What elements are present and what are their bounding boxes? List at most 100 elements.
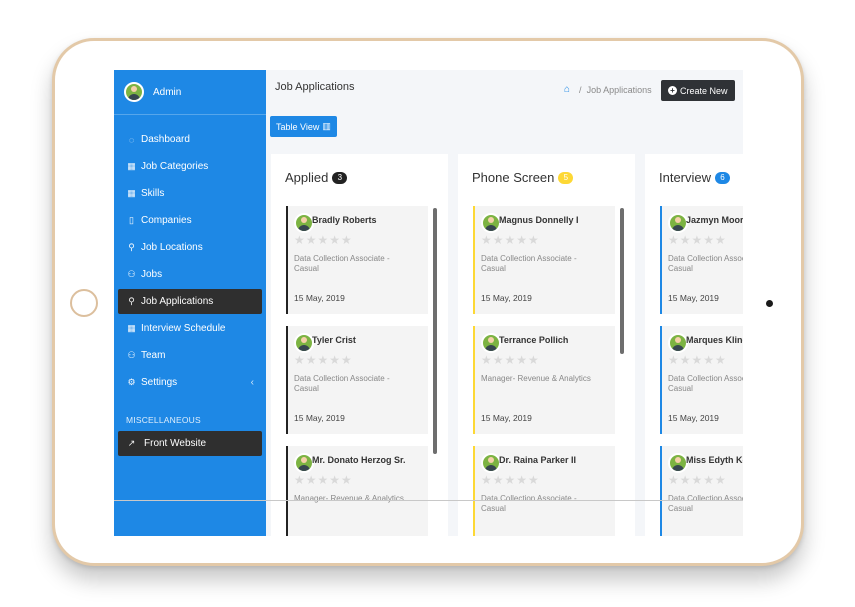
- create-new-label: Create New: [680, 85, 728, 96]
- top-bar: Job Applications ⌂ / Job Applications + …: [266, 70, 743, 108]
- page-title: Job Applications: [275, 81, 355, 93]
- rating-stars-icon[interactable]: ★★★★★: [294, 234, 353, 246]
- applicant-avatar: [294, 213, 314, 233]
- admin-avatar: [124, 82, 144, 102]
- sidebar-item-label: Job Categories: [141, 161, 209, 172]
- sidebar: Admin ◌ Dashboard ▦ Job Categories ▦ Skills ▯ C…: [114, 70, 266, 536]
- rating-stars-icon[interactable]: ★★★★★: [668, 354, 727, 366]
- breadcrumb-separator: /: [579, 84, 582, 95]
- calendar-icon: ▦: [127, 323, 136, 333]
- applicant-card[interactable]: Dr. Raina Parker II ★★★★★ Data Collection …: [473, 446, 615, 536]
- app-screen: Admin ◌ Dashboard ▦ Job Categories ▦ Skills ▯ C…: [114, 70, 743, 536]
- chevron-left-icon[interactable]: ‹: [251, 377, 254, 388]
- home-button[interactable]: [70, 289, 98, 317]
- applicant-card[interactable]: Marques Kling ★★★★★ Data Collection Associ…: [660, 326, 743, 434]
- screen-divider: [114, 500, 743, 501]
- applicant-name: Magnus Donnelly I: [499, 215, 579, 225]
- applicant-card[interactable]: Miss Edyth Kozey ★★★★★ Data Collection Ass…: [660, 446, 743, 536]
- sidebar-item-job-categories[interactable]: ▦ Job Categories: [118, 154, 262, 179]
- gear-icon: ⚙: [127, 377, 136, 387]
- applicant-name: Terrance Pollich: [499, 335, 569, 345]
- table-view-button[interactable]: Table View ▥: [270, 116, 337, 137]
- plus-icon: +: [668, 86, 677, 95]
- applicant-card[interactable]: Magnus Donnelly I ★★★★★ Data Collection As…: [473, 206, 615, 314]
- count-badge: 6: [715, 171, 731, 184]
- rating-stars-icon[interactable]: ★★★★★: [668, 474, 727, 486]
- sidebar-item-label: Skills: [141, 188, 165, 199]
- sidebar-item-label: Companies: [141, 215, 192, 226]
- applicant-name: Marques Kling: [686, 335, 743, 345]
- sidebar-item-settings[interactable]: ⚙ Settings ‹: [118, 370, 262, 395]
- table-icon: ▥: [322, 121, 331, 131]
- applicant-avatar: [481, 333, 501, 353]
- external-link-icon: ↗: [127, 438, 136, 448]
- applicant-card[interactable]: Bradly Roberts ★★★★★ Data Collection Assoc…: [286, 206, 428, 314]
- column-interview: Interview 6 Jazmyn Moore ★★★★★ Data Collecti…: [645, 154, 743, 536]
- sidebar-item-label: Settings: [141, 377, 178, 388]
- rating-stars-icon[interactable]: ★★★★★: [668, 234, 727, 246]
- column-title: Phone Screen 5: [472, 170, 574, 185]
- column-scrollbar[interactable]: [620, 208, 624, 354]
- column-scrollbar[interactable]: [433, 208, 437, 454]
- count-badge: 3: [332, 171, 348, 184]
- camera-dot: [766, 300, 773, 307]
- applicant-avatar: [668, 333, 688, 353]
- column-phone-screen: Phone Screen 5 Magnus Donnelly I ★★★★★ Data …: [458, 154, 635, 536]
- column-applied: Applied 3 Bradly Roberts ★★★★★ Data Collecti…: [271, 154, 448, 536]
- home-icon[interactable]: ⌂: [564, 84, 570, 95]
- sidebar-item-label: Job Applications: [141, 296, 214, 307]
- sidebar-item-label: Front Website: [144, 438, 207, 449]
- sidebar-item-dashboard[interactable]: ◌ Dashboard: [118, 127, 262, 152]
- applicant-card[interactable]: Jazmyn Moore ★★★★★ Data Collection Associa…: [660, 206, 743, 314]
- sidebar-user[interactable]: Admin: [114, 70, 266, 115]
- sidebar-item-front-website[interactable]: ↗ Front Website: [118, 431, 262, 456]
- sidebar-item-skills[interactable]: ▦ Skills: [118, 181, 262, 206]
- applied-date: 15 May, 2019: [668, 413, 719, 423]
- applicant-job: Data Collection Associate - Casual: [294, 374, 390, 393]
- applicant-avatar: [481, 213, 501, 233]
- breadcrumb: ⌂ / Job Applications: [564, 84, 652, 95]
- column-title: Interview 6: [659, 170, 731, 185]
- sidebar-section-label: MISCELLANEOUS: [126, 415, 201, 425]
- column-title-text: Phone Screen: [472, 170, 555, 185]
- sidebar-item-team[interactable]: ⚇ Team: [118, 343, 262, 368]
- applicant-job: Data Collection Associate - Casual: [668, 374, 743, 393]
- grid-icon: ▦: [127, 161, 136, 171]
- applicant-name: Mr. Donato Herzog Sr.: [312, 455, 406, 465]
- applied-date: 15 May, 2019: [668, 293, 719, 303]
- rating-stars-icon[interactable]: ★★★★★: [481, 354, 540, 366]
- sidebar-item-interview-schedule[interactable]: ▦ Interview Schedule: [118, 316, 262, 341]
- applicant-card[interactable]: Tyler Crist ★★★★★ Data Collection Associat…: [286, 326, 428, 434]
- applicant-job: Data Collection Associate - Casual: [668, 494, 743, 513]
- column-title: Applied 3: [285, 170, 348, 185]
- applicant-name: Dr. Raina Parker II: [499, 455, 577, 465]
- sidebar-item-label: Dashboard: [141, 134, 190, 145]
- applicant-job: Manager- Revenue & Analytics: [481, 374, 591, 383]
- grid-icon: ▦: [127, 188, 136, 198]
- applicant-job: Manager- Revenue & Analytics: [294, 494, 404, 503]
- applicant-avatar: [481, 453, 501, 473]
- applicant-card[interactable]: Mr. Donato Herzog Sr. ★★★★★ Manager- Reven…: [286, 446, 428, 536]
- sidebar-nav: ◌ Dashboard ▦ Job Categories ▦ Skills ▯ Compani…: [114, 127, 266, 395]
- sidebar-item-job-locations[interactable]: ⚲ Job Locations: [118, 235, 262, 260]
- rating-stars-icon[interactable]: ★★★★★: [294, 474, 353, 486]
- column-title-text: Interview: [659, 170, 712, 185]
- applicant-job: Data Collection Associate - Casual: [481, 494, 577, 513]
- applicant-avatar: [294, 453, 314, 473]
- applicant-card[interactable]: Terrance Pollich ★★★★★ Manager- Revenue & …: [473, 326, 615, 434]
- rating-stars-icon[interactable]: ★★★★★: [481, 234, 540, 246]
- count-badge: 5: [558, 171, 574, 184]
- team-icon: ⚇: [127, 350, 136, 360]
- sidebar-item-label: Job Locations: [141, 242, 203, 253]
- create-new-button[interactable]: + Create New: [661, 80, 735, 101]
- rating-stars-icon[interactable]: ★★★★★: [481, 474, 540, 486]
- applicant-avatar: [668, 453, 688, 473]
- sidebar-item-jobs[interactable]: ⚇ Jobs: [118, 262, 262, 287]
- admin-name: Admin: [153, 86, 182, 98]
- applicant-job: Data Collection Associate - Casual: [294, 254, 390, 273]
- sidebar-item-companies[interactable]: ▯ Companies: [118, 208, 262, 233]
- applicant-avatar: [668, 213, 688, 233]
- sidebar-item-job-applications[interactable]: ⚲ Job Applications: [118, 289, 262, 314]
- rating-stars-icon[interactable]: ★★★★★: [294, 354, 353, 366]
- applicant-name: Miss Edyth Kozey: [686, 455, 743, 465]
